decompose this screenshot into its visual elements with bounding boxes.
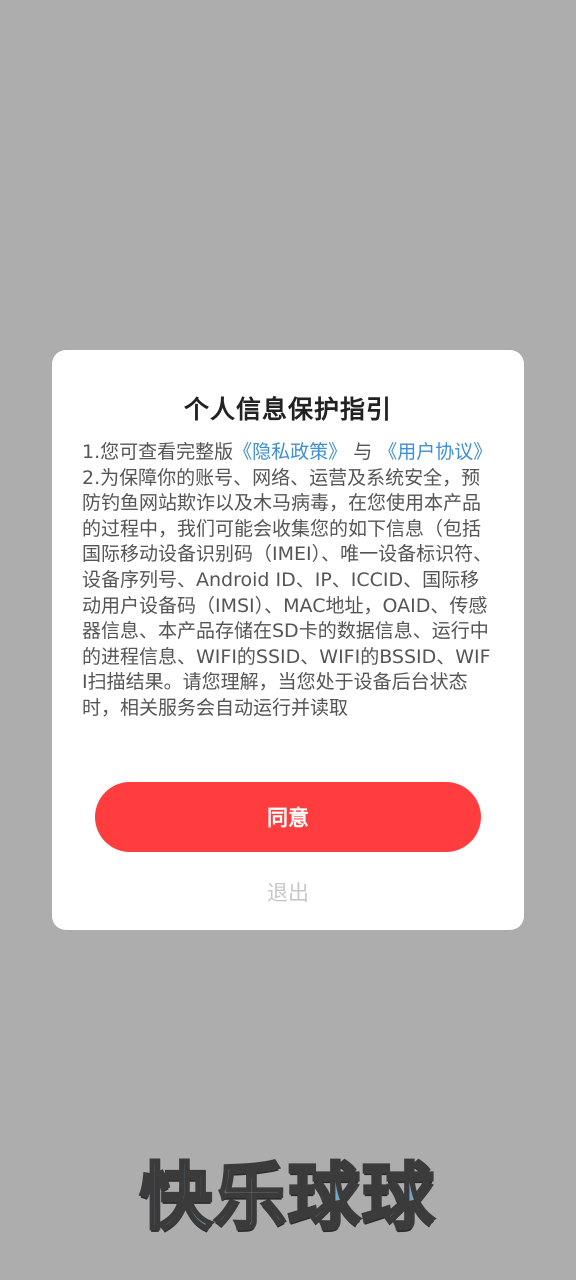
dialog-title: 个人信息保护指引 [183,395,392,424]
user-agreement-link[interactable]: 《用户协议》 [378,441,492,463]
app-brand-logo: 快乐球球 [138,1154,436,1241]
content-item-1: 1.您可查看完整版《隐私政策》 与 《用户协议》 [82,440,494,466]
item1-prefix: 1.您可查看完整版 [82,441,234,463]
agree-button[interactable]: 同意 [95,782,481,852]
exit-button[interactable]: 退出 [52,877,524,907]
privacy-policy-link[interactable]: 《隐私政策》 [233,441,347,463]
item1-connector: 与 [353,441,373,463]
content-item-2: 2.为保障你的账号、网络、运营及系统安全，预防钓鱼网站欺诈以及木马病毒，在您使用… [82,466,493,719]
privacy-dialog: 个人信息保护指引 1.您可查看完整版《隐私政策》 与 《用户协议》 2.为保障你… [52,350,524,930]
dialog-content[interactable]: 1.您可查看完整版《隐私政策》 与 《用户协议》 2.为保障你的账号、网络、运营… [82,440,494,748]
